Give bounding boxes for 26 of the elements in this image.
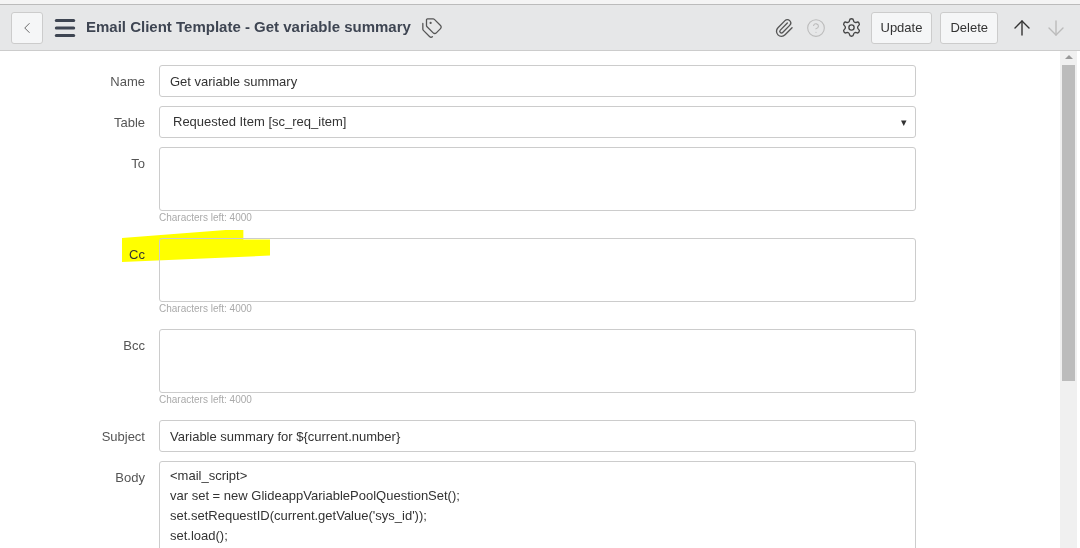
window-title: Email Client Template - Get variable summary (86, 17, 411, 38)
tags-icon[interactable] (420, 16, 443, 39)
text-field[interactable]: Get variable summary (159, 65, 916, 97)
field-label: Subject (101, 428, 145, 446)
textarea-field[interactable] (159, 147, 916, 211)
characters-left-hint: Characters left: 4000 (159, 212, 253, 224)
text-field[interactable]: Variable summary for ${current.number} (159, 420, 916, 452)
characters-left-hint: Characters left: 4000 (159, 303, 253, 315)
select-field[interactable]: Requested Item [sc_req_item] ▾ (159, 106, 916, 138)
field-label: Body (115, 469, 145, 487)
code-textarea[interactable]: <mail_script> var set = new GlideappVariablePoolQuestionSet(); set.setRequestID(current.getValue('sys_id')); set.load(); (159, 461, 916, 548)
field-label: Bcc (123, 337, 145, 355)
textarea-field[interactable] (159, 329, 916, 393)
field-label: To (131, 155, 145, 173)
scrollbar[interactable] (1060, 51, 1077, 548)
toolbar-button[interactable]: Update (870, 11, 933, 44)
field-label: Name (110, 73, 145, 91)
help-icon[interactable] (805, 17, 826, 38)
textarea-field[interactable] (159, 238, 916, 302)
field-label: Cc (129, 246, 145, 264)
settings-icon[interactable] (840, 17, 862, 38)
toolbar-button[interactable]: Delete (940, 11, 998, 44)
field-label: Table (113, 114, 145, 132)
characters-left-hint: Characters left: 4000 (159, 394, 253, 406)
attachment-icon[interactable] (773, 17, 794, 38)
back-button[interactable] (11, 11, 43, 44)
